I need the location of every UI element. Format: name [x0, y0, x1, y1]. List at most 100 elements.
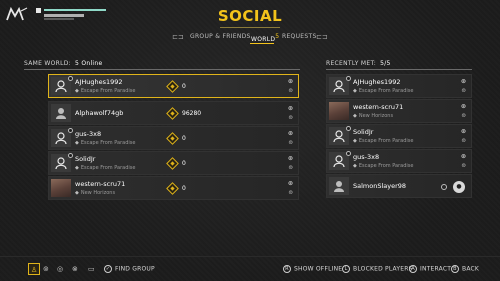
platform-badge-icon	[346, 126, 351, 131]
player-score: 96280	[182, 110, 202, 117]
avatar-photo	[51, 179, 71, 197]
score-diamond-icon	[166, 182, 179, 195]
avatar	[329, 126, 351, 145]
recently-met-count: 5/5	[380, 60, 391, 67]
chat-icon[interactable]: ▭	[88, 263, 95, 275]
controller-left-icon: ⊏⊐	[172, 33, 184, 41]
avatar	[51, 128, 73, 147]
player-name: AJHughes1992	[75, 78, 123, 86]
platform-icon: ⊛	[460, 103, 466, 110]
platform-icon: ⊛	[287, 130, 293, 137]
game-icon: ◆	[353, 88, 357, 94]
platform-icon: ⊛	[287, 155, 293, 162]
player-game: ◆ New Horizons	[353, 113, 393, 119]
recently-met-header: RECENTLY MET: 5/5	[326, 60, 391, 67]
player-game-label: Escape From Paradise	[80, 165, 136, 171]
key-icon: B	[451, 265, 459, 273]
same-world-header: SAME WORLD: 5 Online	[24, 60, 103, 67]
tab-world[interactable]: WORLD5	[251, 33, 279, 43]
tab-requests[interactable]: REQUESTS	[282, 33, 317, 40]
hint-label: SHOW OFFLINE	[294, 265, 343, 273]
blocked-players-button[interactable]: L BLOCKED PLAYERS	[342, 265, 413, 273]
platform-icon: ⊛	[460, 128, 466, 135]
avatar	[329, 151, 351, 170]
platform-badge-icon	[346, 76, 351, 81]
user-silhouette-icon	[55, 157, 67, 169]
group-icon[interactable]: ◎	[57, 263, 63, 275]
avatar	[51, 76, 73, 95]
game-icon: ◆	[75, 88, 79, 94]
game-icon: ◆	[353, 113, 357, 119]
recently-met-player-card[interactable]: AJHughes1992 ◆ Escape From Paradise ⊛ ⊜	[326, 74, 472, 98]
controller-icon: ⊜	[288, 190, 293, 196]
platform-icon: ⊛	[287, 78, 293, 85]
key-icon: A	[409, 265, 417, 273]
recently-met-player-card[interactable]: western-scru71 ◆ New Horizons ⊛ ⊜	[326, 99, 472, 123]
title-divider	[220, 27, 280, 28]
tab-group-friends[interactable]: GROUP & FRIENDS	[190, 33, 251, 40]
controller-icon: ⊜	[461, 113, 466, 119]
game-icon: ◆	[75, 190, 79, 196]
player-name: western-scru71	[75, 180, 126, 188]
same-world-label: SAME WORLD:	[24, 60, 72, 67]
user-silhouette-icon	[333, 155, 345, 167]
player-name: SalmonSlayer98	[353, 182, 407, 190]
player-game: ◆ Escape From Paradise	[75, 88, 135, 94]
controller-icon: ⊜	[461, 88, 466, 94]
player-game: ◆ New Horizons	[75, 190, 115, 196]
score-diamond-icon	[166, 157, 179, 170]
player-game: ◆ Escape From Paradise	[75, 165, 135, 171]
find-group-label: FIND GROUP	[115, 265, 155, 273]
controller-right-icon: ⊏⊐	[316, 33, 328, 41]
player-game-label: Escape From Paradise	[358, 88, 414, 94]
interact-button[interactable]: A INTERACT	[409, 265, 451, 273]
player-name: SolidJr	[75, 155, 96, 163]
hint-label: BLOCKED PLAYERS	[353, 265, 413, 273]
key-icon: L	[342, 265, 350, 273]
game-icon: ◆	[75, 165, 79, 171]
score-diamond-icon	[166, 132, 179, 145]
score-diamond-icon	[166, 80, 179, 93]
platform-badge-icon	[346, 151, 351, 156]
platform-icon: ⊛	[460, 78, 466, 85]
player-game-label: Escape From Paradise	[80, 140, 136, 146]
same-world-player-card[interactable]: gus-3x8 ◆ Escape From Paradise 0 ⊛ ⊜	[48, 126, 299, 150]
party-icon[interactable]: ⊗	[72, 263, 78, 275]
player-game: ◆ Escape From Paradise	[353, 163, 413, 169]
user-silhouette-icon	[55, 80, 67, 92]
same-world-player-card[interactable]: SolidJr ◆ Escape From Paradise 0 ⊛ ⊜	[48, 151, 299, 175]
sort-icon[interactable]: ⊚	[43, 263, 49, 275]
same-world-player-card[interactable]: AJHughes1992 ◆ Escape From Paradise 0 ⊛ ⊜	[48, 74, 299, 98]
user-silhouette-icon	[333, 130, 345, 142]
player-game: ◆ Escape From Paradise	[75, 140, 135, 146]
player-game-label: New Horizons	[358, 113, 394, 119]
back-button[interactable]: B BACK	[451, 265, 479, 273]
player-icon[interactable]: ♙	[28, 263, 40, 275]
platform-badge-icon	[68, 153, 73, 158]
player-game: ◆ Escape From Paradise	[353, 138, 413, 144]
controller-icon: ⊜	[288, 165, 293, 171]
tab-world-count: 5	[275, 33, 280, 40]
recently-met-player-card[interactable]: SalmonSlayer98 ●	[326, 174, 472, 198]
recently-met-player-card[interactable]: SolidJr ◆ Escape From Paradise ⊛ ⊜	[326, 124, 472, 148]
recently-met-player-card[interactable]: gus-3x8 ◆ Escape From Paradise ⊛ ⊜	[326, 149, 472, 173]
player-game: ◆ Escape From Paradise	[353, 88, 413, 94]
same-world-player-card[interactable]: Alphawolf74gb 96280 ⊛ ⊜	[48, 101, 299, 125]
player-name: AJHughes1992	[353, 78, 401, 86]
same-world-player-card[interactable]: western-scru71 ◆ New Horizons 0 ⊛ ⊜	[48, 176, 299, 200]
player-name: gus-3x8	[353, 153, 380, 161]
recently-met-divider	[326, 69, 472, 70]
score-diamond-icon	[166, 107, 179, 120]
player-score: 0	[182, 160, 186, 167]
avatar	[329, 76, 351, 95]
user-silhouette-icon	[56, 108, 66, 119]
player-name: SolidJr	[353, 128, 374, 136]
status-ring-icon	[441, 184, 447, 190]
user-silhouette-icon	[333, 80, 345, 92]
platform-icon: ⊛	[460, 153, 466, 160]
avatar-photo	[329, 102, 349, 120]
platform-badge-icon	[68, 128, 73, 133]
show-offline-button[interactable]: R SHOW OFFLINE	[283, 265, 342, 273]
find-group-key-icon: ✓	[104, 265, 112, 273]
find-group-button[interactable]: ✓ FIND GROUP	[104, 265, 155, 273]
